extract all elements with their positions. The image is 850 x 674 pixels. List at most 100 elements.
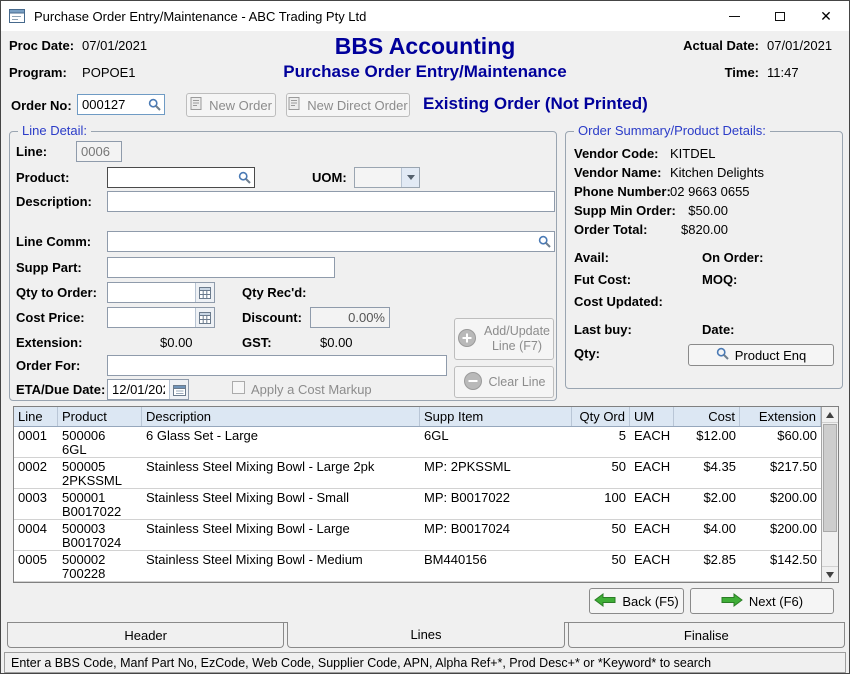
table-row[interactable]: 0003 500001 B0017022 Stainless Steel Mix…	[14, 489, 821, 520]
chevron-down-icon[interactable]	[401, 168, 419, 187]
cell-product: 500002 700228	[58, 551, 142, 581]
new-direct-order-button[interactable]: New Direct Order	[286, 93, 410, 117]
table-header: Line Product Description Supp Item Qty O…	[14, 407, 821, 427]
order-lines-table: Line Product Description Supp Item Qty O…	[13, 406, 839, 583]
uom-select[interactable]	[354, 167, 420, 188]
clear-line-button[interactable]: Clear Line	[454, 366, 554, 398]
order-no-input[interactable]	[78, 95, 145, 114]
cell-um: EACH	[630, 489, 674, 519]
calculator-icon[interactable]	[195, 283, 214, 302]
back-button[interactable]: Back (F5)	[589, 588, 684, 614]
discount-field[interactable]	[310, 307, 390, 328]
eta-due-date-input[interactable]	[108, 380, 169, 399]
supp-part-input[interactable]	[108, 258, 334, 277]
cell-product: 500001 B0017022	[58, 489, 142, 519]
search-icon[interactable]	[235, 168, 254, 187]
table-row[interactable]: 0002 500005 2PKSSML Stainless Steel Mixi…	[14, 458, 821, 489]
close-button[interactable]: ✕	[803, 1, 849, 31]
window-title: Purchase Order Entry/Maintenance - ABC T…	[34, 9, 366, 24]
order-total-value: $820.00	[670, 222, 728, 237]
next-button[interactable]: Next (F6)	[690, 588, 834, 614]
titlebar: Purchase Order Entry/Maintenance - ABC T…	[1, 1, 849, 31]
vendor-code-label: Vendor Code:	[574, 146, 659, 161]
cell-extension: $200.00	[740, 520, 821, 550]
search-icon[interactable]	[535, 232, 554, 251]
description-input[interactable]	[108, 192, 554, 211]
cell-supp-item: 6GL	[420, 427, 572, 457]
scrollbar-thumb[interactable]	[823, 424, 837, 532]
description-field[interactable]	[107, 191, 555, 212]
phone-number-value: 02 9663 0655	[670, 184, 750, 199]
col-product: Product	[58, 407, 142, 426]
vertical-scrollbar[interactable]	[821, 407, 838, 582]
col-um: UM	[630, 407, 674, 426]
last-buy-label: Last buy:	[574, 322, 632, 337]
cost-price-label: Cost Price:	[16, 310, 85, 325]
calendar-icon[interactable]	[169, 380, 188, 399]
cell-extension: $60.00	[740, 427, 821, 457]
moq-label: MOQ:	[702, 272, 737, 287]
tab-lines[interactable]: Lines	[287, 622, 564, 648]
line-comm-field[interactable]	[107, 231, 555, 252]
product-alt-code: 2PKSSML	[62, 474, 138, 488]
maximize-button[interactable]	[757, 1, 803, 31]
product-field[interactable]	[107, 167, 255, 188]
tab-finalise[interactable]: Finalise	[568, 623, 845, 648]
minus-circle-icon	[463, 371, 483, 394]
cell-product: 500006 6GL	[58, 427, 142, 457]
order-for-input[interactable]	[108, 356, 446, 375]
line-detail-group: Line Detail: Line: Product: UOM: Descrip…	[9, 131, 557, 401]
tabstrip: Header Lines Finalise	[7, 622, 845, 648]
document-icon	[288, 97, 301, 113]
line-comm-input[interactable]	[108, 232, 535, 251]
extension-label: Extension:	[16, 335, 82, 350]
eta-due-date-field[interactable]	[107, 379, 189, 400]
qty-to-order-field[interactable]	[107, 282, 215, 303]
product-code: 500001	[62, 491, 138, 505]
vendor-code-value: KITDEL	[670, 146, 716, 161]
table-row[interactable]: 0004 500003 B0017024 Stainless Steel Mix…	[14, 520, 821, 551]
search-icon[interactable]	[145, 95, 164, 114]
tab-header[interactable]: Header	[7, 623, 284, 648]
cell-product: 500005 2PKSSML	[58, 458, 142, 488]
cell-um: EACH	[630, 551, 674, 581]
supp-part-field[interactable]	[107, 257, 335, 278]
product-input[interactable]	[108, 168, 235, 187]
line-field	[76, 141, 122, 162]
product-enq-button[interactable]: Product Enq	[688, 344, 834, 366]
new-order-button[interactable]: New Order	[186, 93, 276, 117]
new-direct-order-label: New Direct Order	[307, 98, 407, 113]
cell-line: 0005	[14, 551, 58, 581]
minimize-button[interactable]	[711, 1, 757, 31]
apply-cost-markup-checkbox[interactable]	[232, 381, 245, 394]
calculator-icon[interactable]	[195, 308, 214, 327]
cell-qty: 100	[572, 489, 630, 519]
cell-cost: $12.00	[674, 427, 740, 457]
product-code: 500006	[62, 429, 138, 443]
cell-cost: $2.85	[674, 551, 740, 581]
minimize-icon	[729, 16, 740, 17]
add-update-line-button[interactable]: Add/Update Line (F7)	[454, 318, 554, 360]
cost-price-input[interactable]	[108, 308, 195, 327]
supp-min-order-value: $50.00	[670, 203, 728, 218]
scroll-down-button[interactable]	[822, 566, 838, 582]
product-alt-code: B0017024	[62, 536, 138, 550]
scroll-up-button[interactable]	[822, 407, 838, 423]
col-description: Description	[142, 407, 420, 426]
document-icon	[190, 97, 203, 113]
table-row[interactable]: 0005 500002 700228 Stainless Steel Mixin…	[14, 551, 821, 582]
order-summary-title: Order Summary/Product Details:	[574, 123, 770, 138]
time-label: Time:	[675, 65, 759, 80]
cost-price-field[interactable]	[107, 307, 215, 328]
product-enq-label: Product Enq	[735, 348, 807, 363]
table-row[interactable]: 0001 500006 6GL 6 Glass Set - Large 6GL …	[14, 427, 821, 458]
qty-to-order-label: Qty to Order:	[16, 285, 97, 300]
cell-cost: $2.00	[674, 489, 740, 519]
discount-input[interactable]	[311, 308, 389, 327]
line-input	[77, 142, 121, 161]
order-no-field[interactable]	[77, 94, 165, 115]
clear-line-label: Clear Line	[489, 375, 546, 389]
order-for-field[interactable]	[107, 355, 447, 376]
qty-to-order-input[interactable]	[108, 283, 195, 302]
cell-um: EACH	[630, 458, 674, 488]
